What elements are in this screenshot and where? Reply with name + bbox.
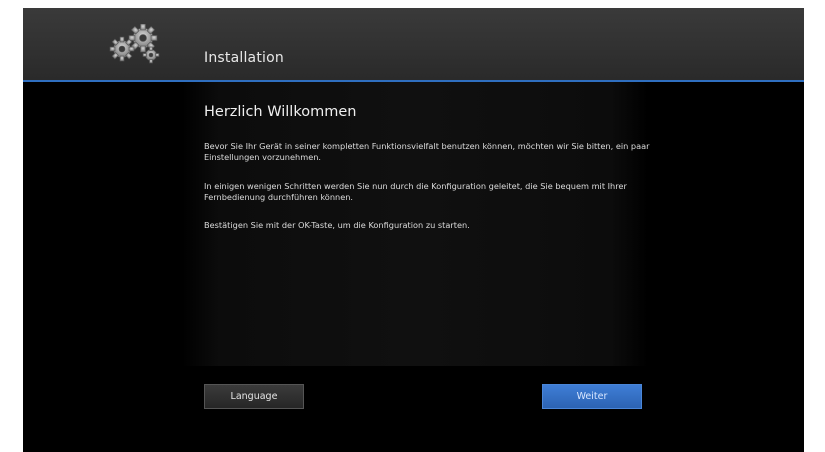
steps-paragraph: In einigen wenigen Schritten werden Sie … xyxy=(204,181,627,202)
language-button[interactable]: Language xyxy=(204,384,304,409)
header-bar: Installation xyxy=(23,8,804,82)
gears-icon xyxy=(109,24,160,64)
welcome-heading: Herzlich Willkommen xyxy=(204,104,357,120)
page-title: Installation xyxy=(204,50,284,66)
confirm-paragraph: Bestätigen Sie mit der OK-Taste, um die … xyxy=(204,220,470,230)
intro-paragraph: Bevor Sie Ihr Gerät in seiner kompletten… xyxy=(204,141,650,162)
installation-screen: Installation Herzlich Willkommen Bevor S… xyxy=(23,8,804,452)
next-button[interactable]: Weiter xyxy=(542,384,642,409)
